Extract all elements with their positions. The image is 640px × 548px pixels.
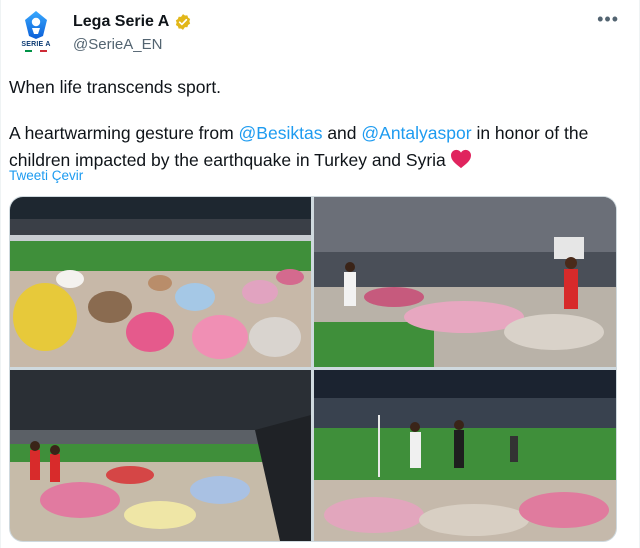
tweet-text-body: A heartwarming gesture from @Besiktas an… <box>9 120 634 174</box>
wide-stadium-photo <box>314 370 616 541</box>
tweet-text-line1: When life transcends sport. <box>9 77 222 97</box>
photo-1[interactable] <box>10 197 311 367</box>
sideline-toys-photo <box>10 370 311 541</box>
account-handle[interactable]: @SerieA_EN <box>73 36 162 53</box>
verified-badge-icon <box>176 14 191 30</box>
serie-a-logo-icon <box>25 11 47 39</box>
players-toys-photo <box>314 197 616 367</box>
photo-2[interactable] <box>314 197 616 367</box>
more-options-icon[interactable]: ••• <box>597 10 619 28</box>
avatar[interactable]: SERIE A <box>13 10 59 56</box>
flag-stripe <box>25 50 47 52</box>
name-row: Lega Serie A <box>73 13 192 31</box>
tweet-card: SERIE A Lega Serie A @SerieA_EN ••• When… <box>0 0 640 548</box>
tweet-text-part: and <box>322 123 362 143</box>
tweet-text-part: A heartwarming gesture from <box>9 123 239 143</box>
stadium-toys-photo <box>10 197 311 367</box>
translate-tweet-link[interactable]: Tweeti Çevir <box>9 168 83 183</box>
red-heart-icon <box>450 149 471 169</box>
photo-3[interactable] <box>10 370 311 541</box>
avatar-label: SERIE A <box>21 41 51 48</box>
display-name[interactable]: Lega Serie A <box>73 13 169 31</box>
photo-4[interactable] <box>314 370 616 541</box>
mention-antalyaspor-link[interactable]: @Antalyaspor <box>361 123 471 143</box>
media-grid <box>9 196 617 542</box>
mention-besiktas-link[interactable]: @Besiktas <box>239 123 323 143</box>
